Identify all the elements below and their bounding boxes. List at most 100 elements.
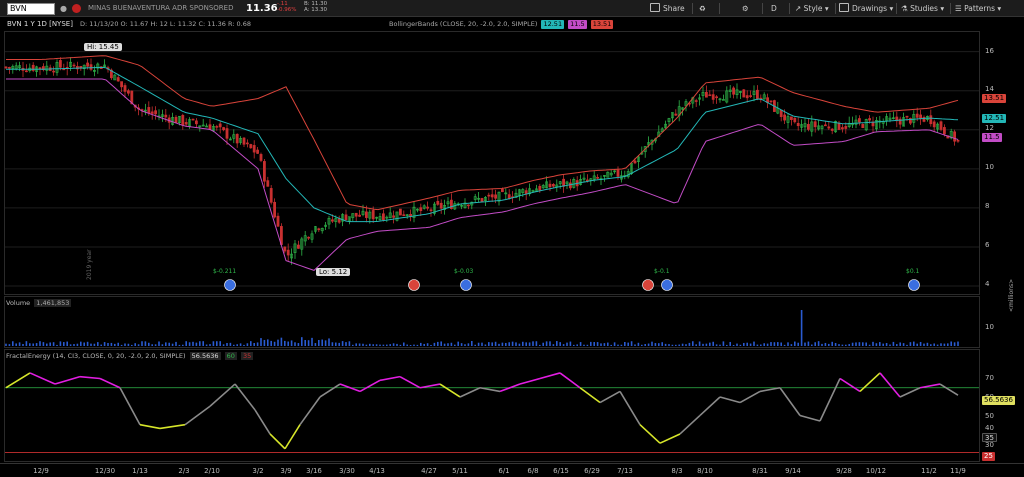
candle-body — [286, 249, 290, 256]
candle-body — [235, 133, 239, 144]
high-label: Hi: 15.45 — [84, 43, 122, 51]
candle-body — [116, 77, 120, 82]
candle-body — [225, 128, 229, 139]
fractal-energy-panel[interactable] — [4, 349, 980, 462]
candle-body — [31, 64, 35, 71]
candle-body — [262, 161, 266, 182]
candle-body — [330, 219, 334, 222]
price-tick: 12 — [985, 124, 994, 132]
candle-body — [222, 127, 226, 131]
date-tick: 8/3 — [671, 467, 683, 475]
candle-body — [436, 200, 440, 205]
candle-body — [551, 184, 555, 187]
candle-body — [249, 144, 253, 149]
candle-body — [52, 70, 56, 73]
candle-body — [633, 160, 637, 164]
candle-body — [317, 228, 321, 231]
date-tick: 8/10 — [697, 467, 713, 475]
dividend-label: $-0.211 — [213, 268, 237, 275]
volume-value: 1,461,853 — [34, 299, 72, 307]
fractal-badge-60: 60 — [224, 352, 237, 360]
candle-body — [837, 122, 841, 130]
candle-body — [147, 107, 151, 114]
candle-body — [779, 109, 783, 117]
dividend-marker-icon — [224, 279, 236, 291]
candle-body — [953, 131, 957, 142]
candle-body — [164, 114, 168, 118]
candle-body — [596, 177, 600, 179]
bb-lower-price-tag: 11.5 — [982, 133, 1002, 142]
candle-body — [419, 207, 423, 212]
candle-body — [184, 122, 188, 125]
candle-body — [494, 194, 498, 199]
bb-upper-line — [6, 55, 959, 211]
price-tick: 4 — [985, 280, 990, 288]
candle-body — [86, 62, 90, 67]
volume-label: Volume — [6, 299, 31, 307]
candle-body — [402, 214, 406, 216]
date-tick: 11/9 — [950, 467, 966, 475]
candle-body — [813, 121, 817, 128]
candle-body — [24, 70, 28, 73]
candle-body — [793, 117, 797, 123]
candle-body — [932, 121, 936, 128]
date-tick: 2/10 — [204, 467, 220, 475]
fractal-study-name: FractalEnergy (14, CI3, CLOSE, 0, 20, -2… — [6, 352, 186, 360]
candle-body — [398, 208, 402, 216]
fractal-25-tag: 25 — [982, 452, 995, 461]
fractal-value: 56.5636 — [189, 352, 221, 360]
candle-body — [273, 201, 277, 218]
fractal-title: FractalEnergy (14, CI3, CLOSE, 0, 20, -2… — [6, 352, 254, 360]
dividend-marker-icon — [908, 279, 920, 291]
candle-body — [789, 116, 793, 120]
candle-body — [283, 246, 287, 252]
dividend-marker-icon — [460, 279, 472, 291]
dividend-label: $0.1 — [906, 268, 920, 275]
date-tick: 3/16 — [306, 467, 322, 475]
candle-body — [154, 110, 158, 115]
candle-body — [745, 95, 749, 99]
earnings-marker-icon — [408, 279, 420, 291]
price-tick: 14 — [985, 85, 994, 93]
candle-body — [500, 189, 504, 193]
fractal-tick: 50 — [985, 412, 994, 420]
dividend-label: $-0.03 — [454, 268, 474, 275]
dividend-marker-icon — [661, 279, 673, 291]
candle-body — [392, 215, 396, 218]
candle-body — [844, 126, 848, 129]
candle-body — [358, 214, 362, 217]
candle-body — [72, 64, 76, 67]
candle-body — [783, 114, 787, 121]
earnings-marker-icon — [642, 279, 654, 291]
candle-body — [939, 121, 943, 130]
candle-body — [371, 210, 375, 220]
candle-body — [174, 116, 178, 124]
year-marker: 2019 year — [86, 249, 93, 280]
candle-body — [259, 154, 263, 161]
candle-body — [466, 204, 470, 207]
date-tick: 6/1 — [498, 467, 510, 475]
candle-body — [381, 213, 385, 221]
candle-body — [857, 118, 861, 123]
date-tick: 9/14 — [785, 467, 801, 475]
candle-body — [769, 100, 773, 103]
volume-panel[interactable] — [4, 296, 980, 348]
price-tick: 10 — [985, 163, 994, 171]
date-axis: 12/9 12/30 1/13 2/3 2/10 3/2 3/9 3/16 3/… — [0, 463, 1024, 477]
price-tick: 6 — [985, 241, 990, 249]
candle-body — [246, 142, 249, 145]
candle-body — [123, 85, 127, 92]
candle-body — [742, 89, 746, 98]
candle-body — [439, 202, 443, 209]
candle-body — [38, 67, 42, 70]
price-tick: 8 — [985, 202, 990, 210]
volume-unit: <millions> — [1008, 278, 1015, 312]
candle-body — [429, 209, 433, 212]
candle-body — [4, 66, 8, 69]
fractal-tick: 70 — [985, 374, 994, 382]
volume-title: Volume 1,461,853 — [6, 299, 72, 307]
candle-body — [344, 214, 348, 221]
candle-body — [806, 124, 810, 130]
dividend-label: $-0.1 — [654, 268, 670, 275]
bb-mid-price-tag: 12.51 — [982, 114, 1007, 123]
